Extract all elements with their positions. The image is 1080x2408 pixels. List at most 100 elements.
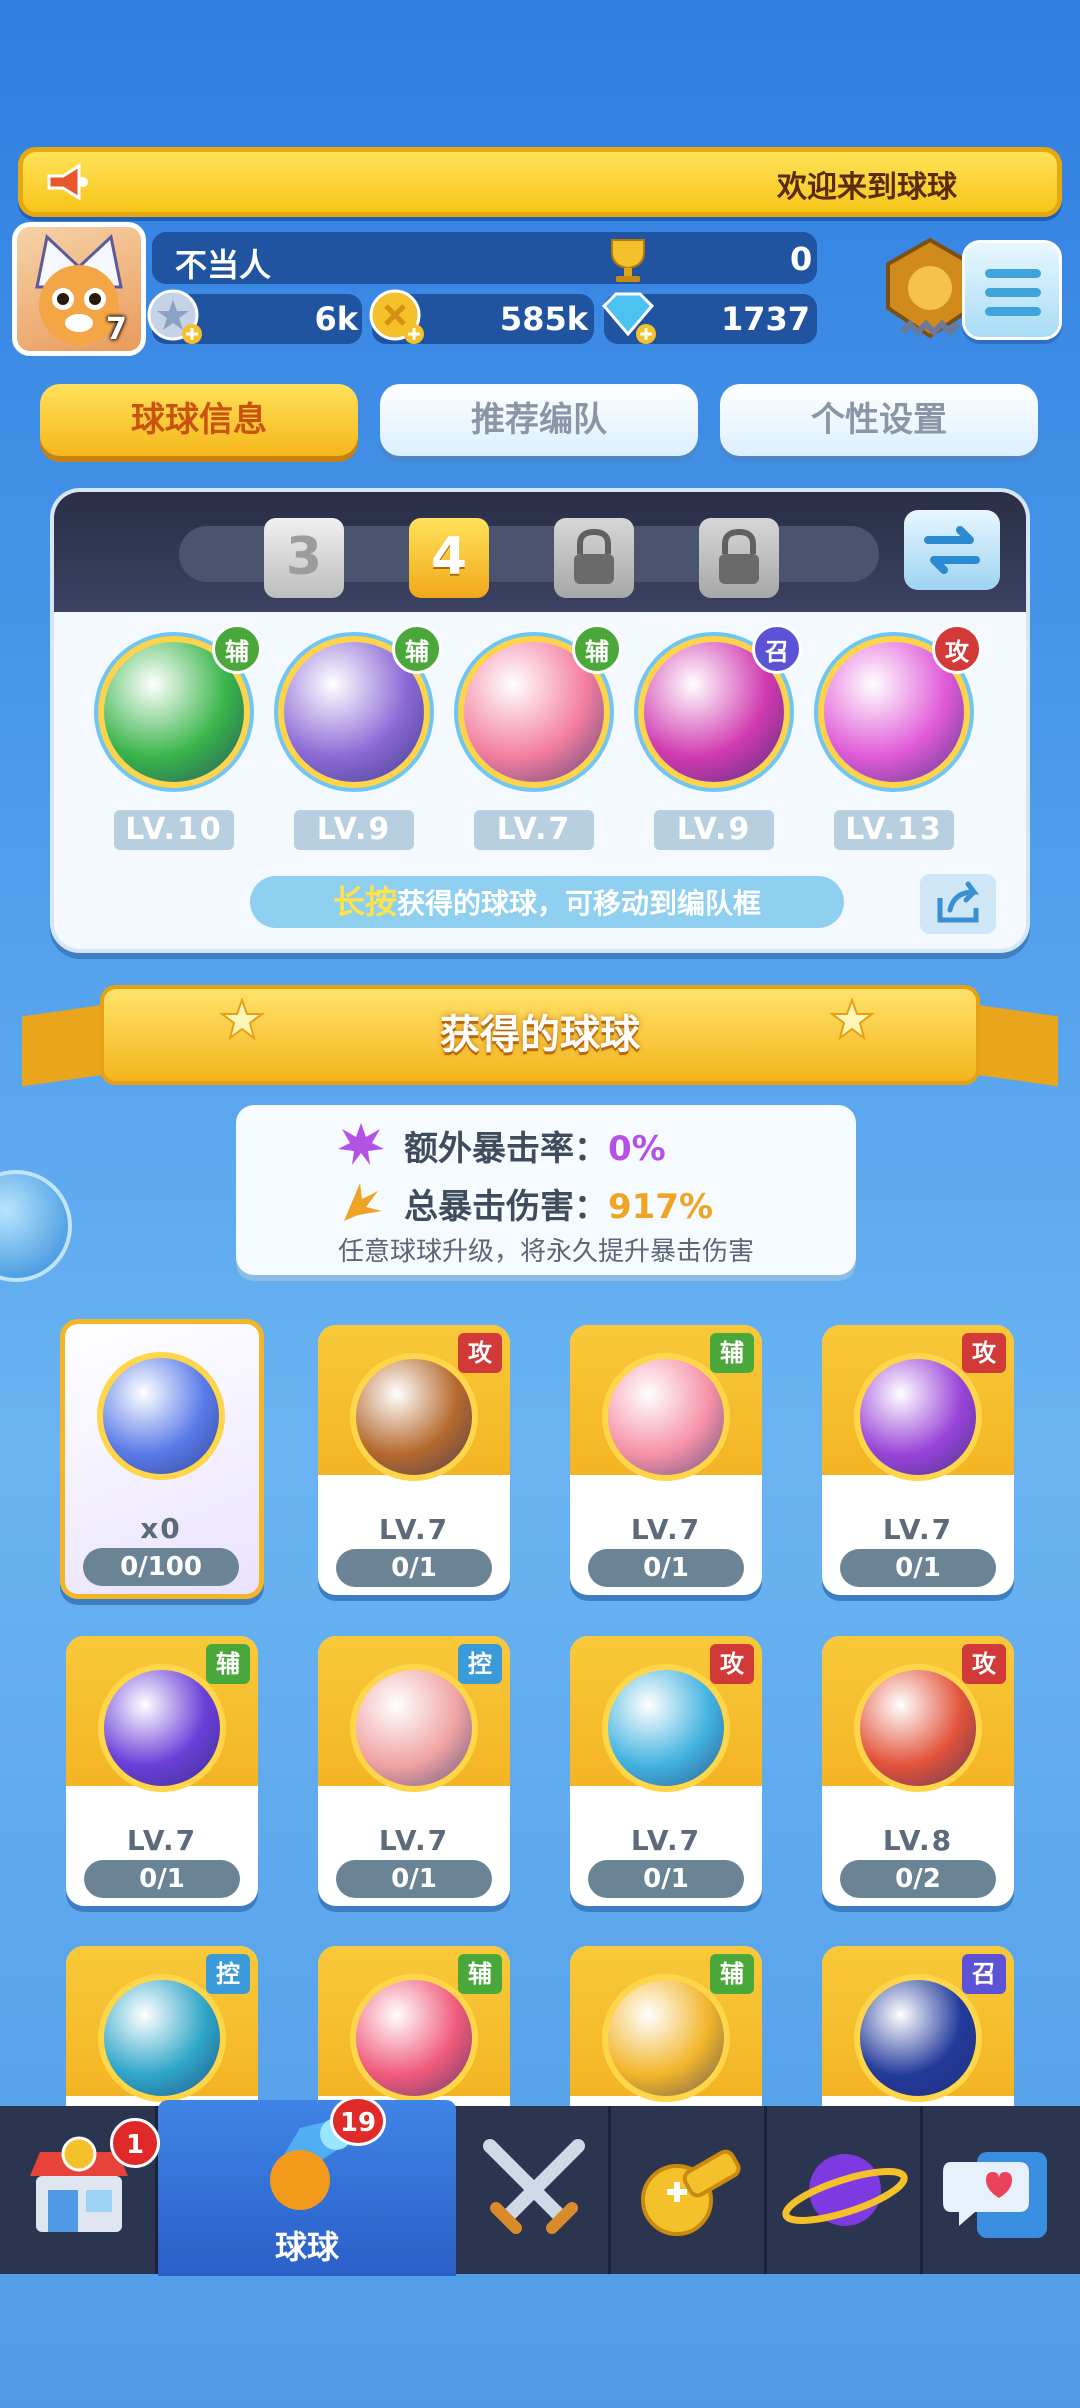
ball-level: LV.7 <box>630 1513 702 1546</box>
ball-upgrade-progress: 0/1 <box>588 1549 744 1587</box>
gem-icon[interactable] <box>596 288 660 346</box>
ball-card[interactable]: 辅 LV.7 0/1 <box>570 1325 762 1595</box>
lineup-ball-type-tag: 召 <box>752 624 802 674</box>
ball-type-tag: 召 <box>962 1954 1006 1994</box>
ball-upgrade-progress: 0/1 <box>336 1549 492 1587</box>
ball-type-tag: 辅 <box>206 1644 250 1684</box>
ball-card[interactable]: 辅 LV.7 0/1 <box>66 1636 258 1906</box>
ball-upgrade-progress: 0/1 <box>588 1860 744 1898</box>
ball-level: LV.7 <box>378 1824 450 1857</box>
ball-icon <box>98 1974 226 2102</box>
lineup-hint: 长按获得的球球，可移动到编队框 <box>250 876 844 928</box>
ball-type-tag: 辅 <box>710 1333 754 1373</box>
ball-icon <box>854 1974 982 2102</box>
ball-level: LV.7 <box>378 1513 450 1546</box>
lineup-ball-level: LV.13 <box>834 810 954 850</box>
ball-icon <box>350 1974 478 2102</box>
extra-crit-label: 额外暴击率： <box>404 1129 608 1169</box>
ball-type-tag: 辅 <box>458 1954 502 1994</box>
menu-button[interactable] <box>962 240 1062 340</box>
ball-icon <box>97 1352 225 1480</box>
ribbon-tail-left <box>22 1003 112 1087</box>
ball-card[interactable]: x0 0/100 <box>60 1319 264 1599</box>
lock-icon <box>719 528 759 584</box>
share-icon <box>937 881 979 923</box>
total-crit-label: 总暴击伤害： <box>404 1187 608 1227</box>
ball-icon <box>350 1664 478 1792</box>
side-event-bubble[interactable] <box>0 1170 72 1282</box>
lineup-slot-4[interactable]: 4 <box>409 518 489 598</box>
ball-card[interactable]: 攻 LV.7 0/1 <box>570 1636 762 1906</box>
balls-notification-badge: 19 <box>330 2096 386 2146</box>
ball-card[interactable]: 控 LV.7 0/1 <box>318 1636 510 1906</box>
tab-ball-info[interactable]: 球球信息 <box>40 384 358 456</box>
ball-type-tag: 控 <box>206 1954 250 1994</box>
megaphone-icon <box>47 163 88 201</box>
extra-crit-value: 0% <box>608 1129 666 1169</box>
lock-icon <box>574 528 614 584</box>
swap-lineup-button[interactable] <box>904 510 1000 590</box>
lineup-ball-type-tag: 辅 <box>572 624 622 674</box>
share-button[interactable] <box>920 874 996 934</box>
star-icon <box>219 997 265 1041</box>
crit-note: 任意球球升级，将永久提升暴击伤害 <box>337 1237 754 1267</box>
lineup-ball-level: LV.10 <box>114 810 234 850</box>
whistle-icon <box>641 2149 741 2236</box>
lineup-slot-3[interactable]: 3 <box>264 518 344 598</box>
coin-icon[interactable] <box>368 288 426 346</box>
lineup-ball-type-tag: 攻 <box>932 624 982 674</box>
ball-level: LV.7 <box>630 1824 702 1857</box>
crossed-swords-icon <box>483 2139 585 2234</box>
star-currency-icon[interactable] <box>146 288 204 346</box>
lineup-ball-level: LV.9 <box>294 810 414 850</box>
ball-icon <box>602 1974 730 2102</box>
ball-type-tag: 攻 <box>962 1644 1006 1684</box>
nav-balls-label: 球球 <box>274 2228 339 2266</box>
ball-level: LV.7 <box>882 1513 954 1546</box>
crit-info-panel: 额外暴击率：0% 总暴击伤害：917% 任意球球升级，将永久提升暴击伤害 <box>236 1105 856 1275</box>
chat-heart-icon <box>943 2152 1047 2238</box>
hint-highlight: 长按 <box>332 883 397 921</box>
tab-recommended-team[interactable]: 推荐编队 <box>380 384 698 456</box>
lineup-slot-locked[interactable] <box>699 518 779 598</box>
ball-level: x0 <box>140 1512 182 1545</box>
lineup-ball-level: LV.9 <box>654 810 774 850</box>
ball-icon <box>602 1664 730 1792</box>
ball-upgrade-progress: 0/1 <box>840 1549 996 1587</box>
trophy-icon <box>611 239 645 282</box>
ball-card[interactable]: 攻 LV.7 0/1 <box>318 1325 510 1595</box>
marquee-text: 欢迎来到球球 <box>777 170 957 205</box>
lineup-ball-type-tag: 辅 <box>392 624 442 674</box>
ball-upgrade-progress: 0/2 <box>840 1860 996 1898</box>
stars-value: 6k <box>314 300 358 338</box>
tab-personal-settings[interactable]: 个性设置 <box>720 384 1038 456</box>
lineup-slot-locked[interactable] <box>554 518 634 598</box>
lineup-panel: 3 4 长按获得的球球，可移动到编队框 辅 LV.10 辅 LV.9 辅 LV.… <box>50 488 1030 953</box>
nav-item-social[interactable] <box>923 2106 1080 2274</box>
ball-upgrade-progress: 0/1 <box>336 1860 492 1898</box>
star-icon <box>829 997 875 1041</box>
nav-item-battle[interactable] <box>456 2106 611 2274</box>
ball-icon <box>98 1664 226 1792</box>
ball-upgrade-progress: 0/1 <box>84 1860 240 1898</box>
crit-rate-icon <box>338 1123 384 1165</box>
coins-value: 585k <box>499 300 588 338</box>
avatar-level: 7 <box>106 312 127 347</box>
ball-card[interactable]: 攻 LV.7 0/1 <box>822 1325 1014 1595</box>
trophy-count: 0 <box>790 240 813 278</box>
ball-level: LV.8 <box>882 1824 954 1857</box>
nav-item-planet[interactable] <box>767 2106 923 2274</box>
gems-value: 1737 <box>720 300 810 338</box>
ball-type-tag: 攻 <box>962 1333 1006 1373</box>
lineup-ball-type-tag: 辅 <box>212 624 262 674</box>
total-crit-value: 917% <box>608 1187 714 1227</box>
player-name: 不当人 <box>175 246 272 284</box>
ball-type-tag: 攻 <box>710 1644 754 1684</box>
hint-text: 获得的球球，可移动到编队框 <box>397 887 762 920</box>
crit-damage-icon <box>344 1183 382 1221</box>
nav-item-coach[interactable] <box>611 2106 767 2274</box>
announcement-marquee: 欢迎来到球球 <box>18 147 1062 217</box>
ball-type-tag: 控 <box>458 1644 502 1684</box>
ball-card[interactable]: 攻 LV.8 0/2 <box>822 1636 1014 1906</box>
ball-type-tag: 辅 <box>710 1954 754 1994</box>
